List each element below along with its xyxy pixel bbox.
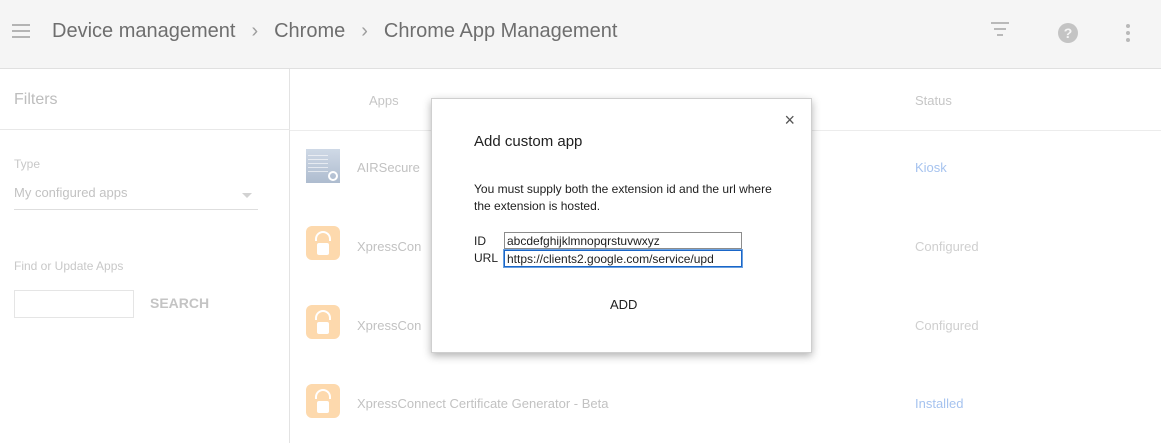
app-bar: Device management › Chrome › Chrome App … xyxy=(0,0,1161,69)
search-input[interactable] xyxy=(14,290,134,318)
breadcrumb-separator-icon: › xyxy=(251,20,259,42)
breadcrumb-chrome[interactable]: Chrome xyxy=(274,20,345,43)
extension-id-field[interactable] xyxy=(504,232,742,249)
app-name: XpressCon xyxy=(357,318,422,333)
help-icon[interactable]: ? xyxy=(1058,23,1078,43)
dropdown-caret-icon xyxy=(242,193,252,198)
breadcrumb: Device management › Chrome › Chrome App … xyxy=(52,20,617,43)
column-header-apps[interactable]: Apps xyxy=(369,93,399,108)
app-name: XpressConnect Certificate Generator - Be… xyxy=(357,396,609,411)
table-row[interactable]: XpressConnect Certificate Generator - Be… xyxy=(290,364,1161,442)
page-title: Chrome App Management xyxy=(383,20,618,42)
dialog-title: Add custom app xyxy=(474,133,583,150)
menu-icon[interactable] xyxy=(12,24,30,42)
dialog-message: You must supply both the extension id an… xyxy=(474,182,772,213)
filters-title: Filters xyxy=(14,91,58,108)
status-link[interactable]: Installed xyxy=(915,396,963,411)
type-label: Type xyxy=(14,157,41,171)
xpressconnect-icon xyxy=(306,226,340,260)
xpressconnect-icon xyxy=(306,305,340,339)
status-link[interactable]: Kiosk xyxy=(915,160,947,175)
type-select[interactable]: My configured apps xyxy=(14,185,258,210)
column-header-status[interactable]: Status xyxy=(915,93,952,108)
find-apps-label: Find or Update Apps xyxy=(14,259,124,273)
add-custom-app-dialog: × Add custom app You must supply both th… xyxy=(431,98,812,353)
url-label: URL xyxy=(474,251,499,265)
status-link[interactable]: Configured xyxy=(915,318,979,333)
type-selected-value: My configured apps xyxy=(14,185,128,200)
close-icon[interactable]: × xyxy=(784,111,795,129)
divider xyxy=(0,129,290,130)
search-button[interactable]: SEARCH xyxy=(150,295,209,311)
app-name: XpressCon xyxy=(357,239,422,254)
id-label: ID xyxy=(474,234,486,248)
more-vert-icon[interactable] xyxy=(1124,24,1132,48)
filters-panel: Filters Type My configured apps Find or … xyxy=(0,69,290,443)
extension-url-field[interactable] xyxy=(503,249,743,268)
air-secure-icon xyxy=(306,149,340,183)
app-name: AIRSecure xyxy=(357,160,420,175)
filter-icon[interactable] xyxy=(988,22,1012,46)
breadcrumb-separator-icon: › xyxy=(361,20,368,42)
xpressconnect-icon xyxy=(306,384,340,418)
add-button[interactable]: ADD xyxy=(610,297,637,312)
breadcrumb-device-management[interactable]: Device management xyxy=(52,20,235,43)
status-link[interactable]: Configured xyxy=(915,239,979,254)
